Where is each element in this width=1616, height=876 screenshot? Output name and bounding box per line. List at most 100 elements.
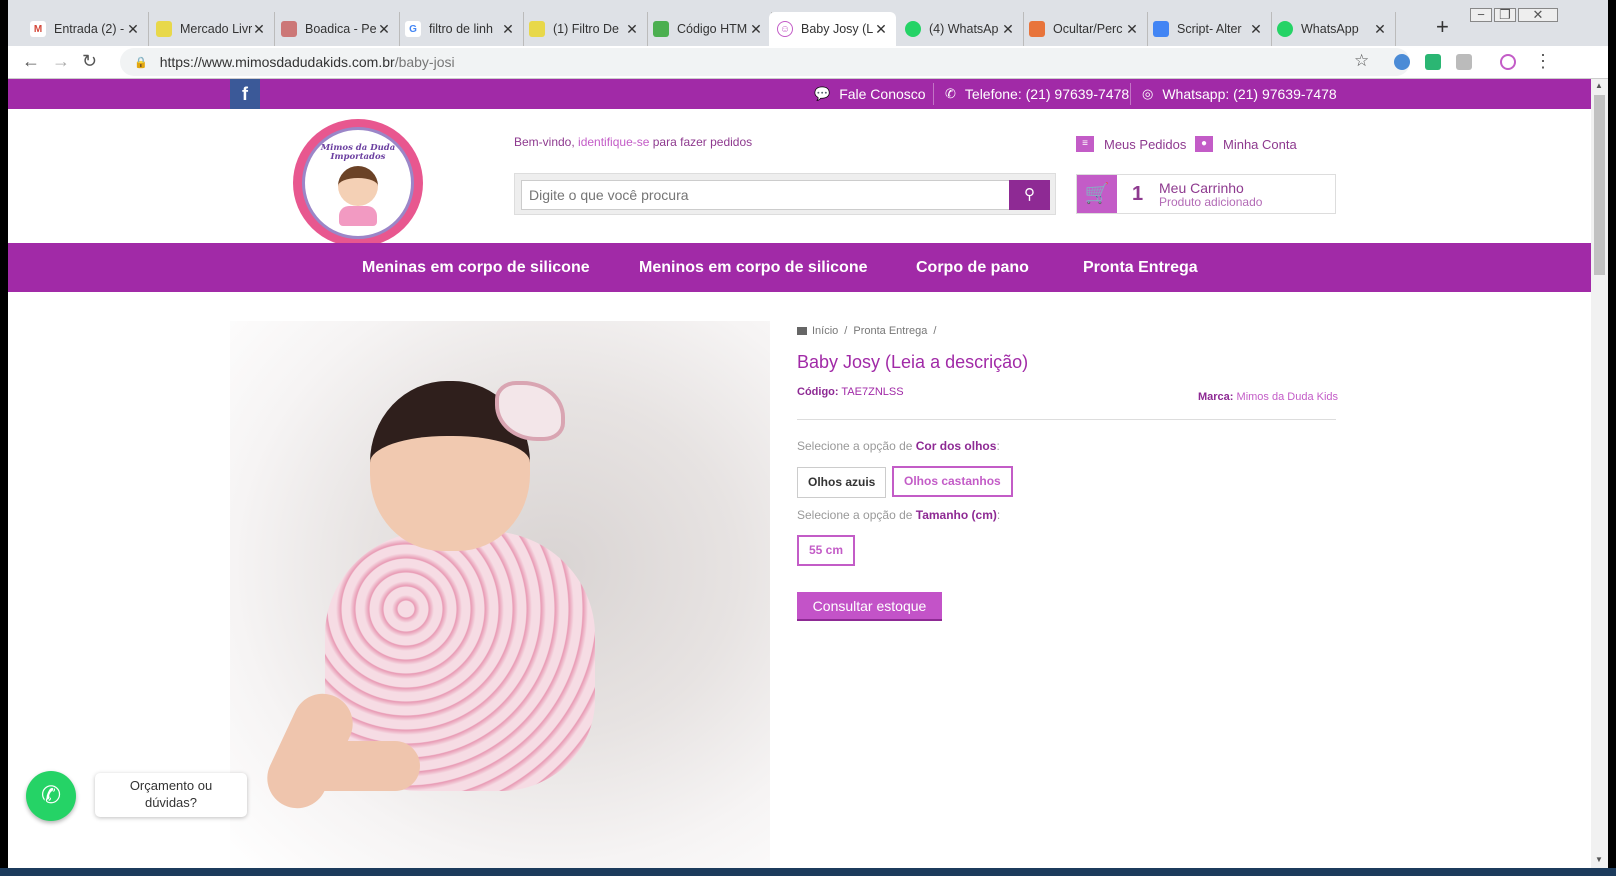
new-tab-button[interactable]: +	[1436, 14, 1449, 40]
shield-extension-icon[interactable]	[1425, 54, 1441, 70]
tooltip-line2: dúvidas?	[144, 795, 198, 810]
breadcrumb-home[interactable]: Início	[812, 325, 838, 337]
cart-widget[interactable]: 🛒 1 Meu Carrinho Produto adicionado	[1076, 174, 1336, 214]
close-tab-icon[interactable]: ✕	[1125, 21, 1139, 38]
fale-conosco-label: Fale Conosco	[839, 86, 926, 102]
fale-conosco-link[interactable]: 💬 Fale Conosco	[814, 79, 926, 109]
reload-icon[interactable]: ↻	[82, 51, 97, 72]
box-icon	[1029, 21, 1045, 37]
tab-title: Entrada (2) -	[54, 22, 125, 36]
facebook-icon[interactable]: f	[230, 79, 260, 109]
boadica-icon	[281, 21, 297, 37]
page-scrollbar[interactable]: ▲ ▼	[1591, 79, 1608, 868]
close-tab-icon[interactable]: ✕	[252, 21, 266, 38]
extension-icon[interactable]	[1394, 54, 1410, 70]
product-image[interactable]	[230, 321, 770, 868]
welcome-message: Bem-vindo, identifique-se para fazer ped…	[514, 135, 752, 149]
tab-title: Script- Alter	[1177, 22, 1242, 36]
forward-icon[interactable]: →	[52, 51, 70, 72]
close-tab-icon[interactable]: ✕	[749, 21, 763, 38]
lock-icon: 🔒	[134, 56, 148, 69]
tab-title: (4) WhatsAp	[929, 22, 999, 36]
whatsapp-icon: ✆	[40, 782, 62, 809]
close-tab-icon[interactable]: ✕	[501, 21, 515, 38]
close-tab-icon[interactable]: ✕	[625, 21, 639, 38]
option-suffix: :	[996, 508, 1001, 522]
product-title: Baby Josy (Leia a descrição)	[797, 352, 1029, 372]
option-olhos-azuis[interactable]: Olhos azuis	[797, 467, 887, 498]
whatsapp-float-button[interactable]: ✆	[26, 771, 76, 821]
option-olhos-castanhos[interactable]: Olhos castanhos	[892, 466, 1013, 497]
tab-title: Código HTM	[677, 22, 748, 36]
option-55cm[interactable]: 55 cm	[797, 535, 856, 566]
site-icon: ☺	[777, 21, 793, 37]
main-navigation: Meninas em corpo de silicone Meninos em …	[8, 243, 1591, 292]
consultar-estoque-button[interactable]: Consultar estoque	[797, 592, 942, 621]
whatsapp-icon	[905, 21, 921, 37]
tab-whatsapp-4[interactable]: (4) WhatsAp ✕	[897, 12, 1024, 46]
whatsapp-tooltip[interactable]: Orçamento ou dúvidas?	[95, 773, 247, 817]
tab-baby-josy[interactable]: ☺ Baby Josy (L ✕	[769, 12, 896, 46]
minimize-button[interactable]: −	[1470, 8, 1492, 22]
close-tab-icon[interactable]: ✕	[377, 21, 391, 38]
close-window-button[interactable]: ✕	[1518, 8, 1558, 22]
breadcrumb-category[interactable]: Pronta Entrega	[853, 325, 927, 337]
site-logo[interactable]: Mimos da Duda Importados	[293, 119, 423, 247]
bookmark-star-icon[interactable]: ☆	[1354, 51, 1369, 71]
tab-mercado-livre[interactable]: Mercado Livre ✕	[148, 12, 275, 46]
brand-label: Marca:	[1198, 391, 1234, 403]
nav-meninas[interactable]: Meninas em corpo de silicone	[362, 243, 590, 292]
tab-ocultar[interactable]: Ocultar/Perc ✕	[1021, 12, 1148, 46]
whatsapp-icon: ◎	[1142, 86, 1154, 101]
tab-codigo-html[interactable]: Código HTM ✕	[645, 12, 772, 46]
menu-kebab-icon[interactable]: ⋮	[1534, 51, 1552, 72]
close-tab-icon[interactable]: ✕	[874, 21, 888, 38]
meus-pedidos-link[interactable]: ≡ Meus Pedidos	[1076, 136, 1186, 152]
nav-pronta-entrega[interactable]: Pronta Entrega	[1083, 243, 1198, 292]
scroll-down-arrow[interactable]: ▼	[1595, 855, 1603, 864]
option-suffix: :	[996, 439, 1000, 453]
browser-chrome: M Entrada (2) - ✕ Mercado Livre ✕ Boadic…	[8, 0, 1608, 79]
logo-doll-face	[338, 166, 378, 206]
search-button[interactable]: ⚲	[1009, 180, 1050, 210]
close-tab-icon[interactable]: ✕	[126, 21, 140, 38]
tab-gmail[interactable]: M Entrada (2) - ✕	[22, 12, 149, 46]
whatsapp-label: Whatsapp: (21) 97639-7478	[1162, 86, 1337, 102]
telefone-link[interactable]: ✆ Telefone: (21) 97639-7478	[945, 79, 1129, 109]
search-input[interactable]	[521, 180, 1011, 210]
web-page: f 💬 Fale Conosco ✆ Telefone: (21) 97639-…	[8, 79, 1591, 868]
tab-google[interactable]: G filtro de linh ✕	[397, 12, 524, 46]
close-tab-icon[interactable]: ✕	[1373, 21, 1387, 38]
google-icon: G	[405, 21, 421, 37]
tab-script[interactable]: Script- Alter ✕	[1145, 12, 1272, 46]
brand-link[interactable]: Mimos da Duda Kids	[1237, 391, 1339, 403]
tab-whatsapp[interactable]: WhatsApp ✕	[1269, 12, 1396, 46]
user-icon: ●	[1195, 136, 1213, 152]
divider	[933, 83, 934, 105]
url-domain: https://www.mimosdadudakids.com.br	[159, 54, 395, 70]
extension-m-icon[interactable]	[1456, 54, 1472, 70]
tab-boadica[interactable]: Boadica - Pe ✕	[273, 12, 400, 46]
back-icon[interactable]: ←	[22, 51, 40, 72]
minha-conta-link[interactable]: ● Minha Conta	[1195, 136, 1297, 152]
nav-corpo-de-pano[interactable]: Corpo de pano	[916, 243, 1029, 292]
option-prefix: Selecione a opção de	[797, 508, 916, 522]
scrollbar-thumb[interactable]	[1594, 95, 1605, 275]
close-tab-icon[interactable]: ✕	[1001, 21, 1015, 38]
cart-icon: 🛒	[1077, 175, 1117, 213]
login-link[interactable]: identifique-se	[578, 135, 649, 149]
phone-icon: ✆	[945, 86, 956, 101]
profile-avatar[interactable]	[1500, 54, 1516, 70]
whatsapp-link[interactable]: ◎ Whatsapp: (21) 97639-7478	[1142, 79, 1337, 109]
address-bar[interactable]: 🔒 https://www.mimosdadudakids.com.br/bab…	[120, 48, 1410, 76]
minha-conta-label: Minha Conta	[1223, 136, 1297, 152]
nav-meninos[interactable]: Meninos em corpo de silicone	[639, 243, 868, 292]
whatsapp-icon	[1277, 21, 1293, 37]
restore-button[interactable]: ❐	[1494, 8, 1516, 22]
scroll-up-arrow[interactable]: ▲	[1595, 81, 1603, 90]
gmail-icon: M	[30, 21, 46, 37]
tab-filtro[interactable]: (1) Filtro De ✕	[521, 12, 648, 46]
product-code: Código: TAE7ZNLSS	[797, 386, 904, 398]
welcome-post: para fazer pedidos	[649, 135, 753, 149]
close-tab-icon[interactable]: ✕	[1249, 21, 1263, 38]
